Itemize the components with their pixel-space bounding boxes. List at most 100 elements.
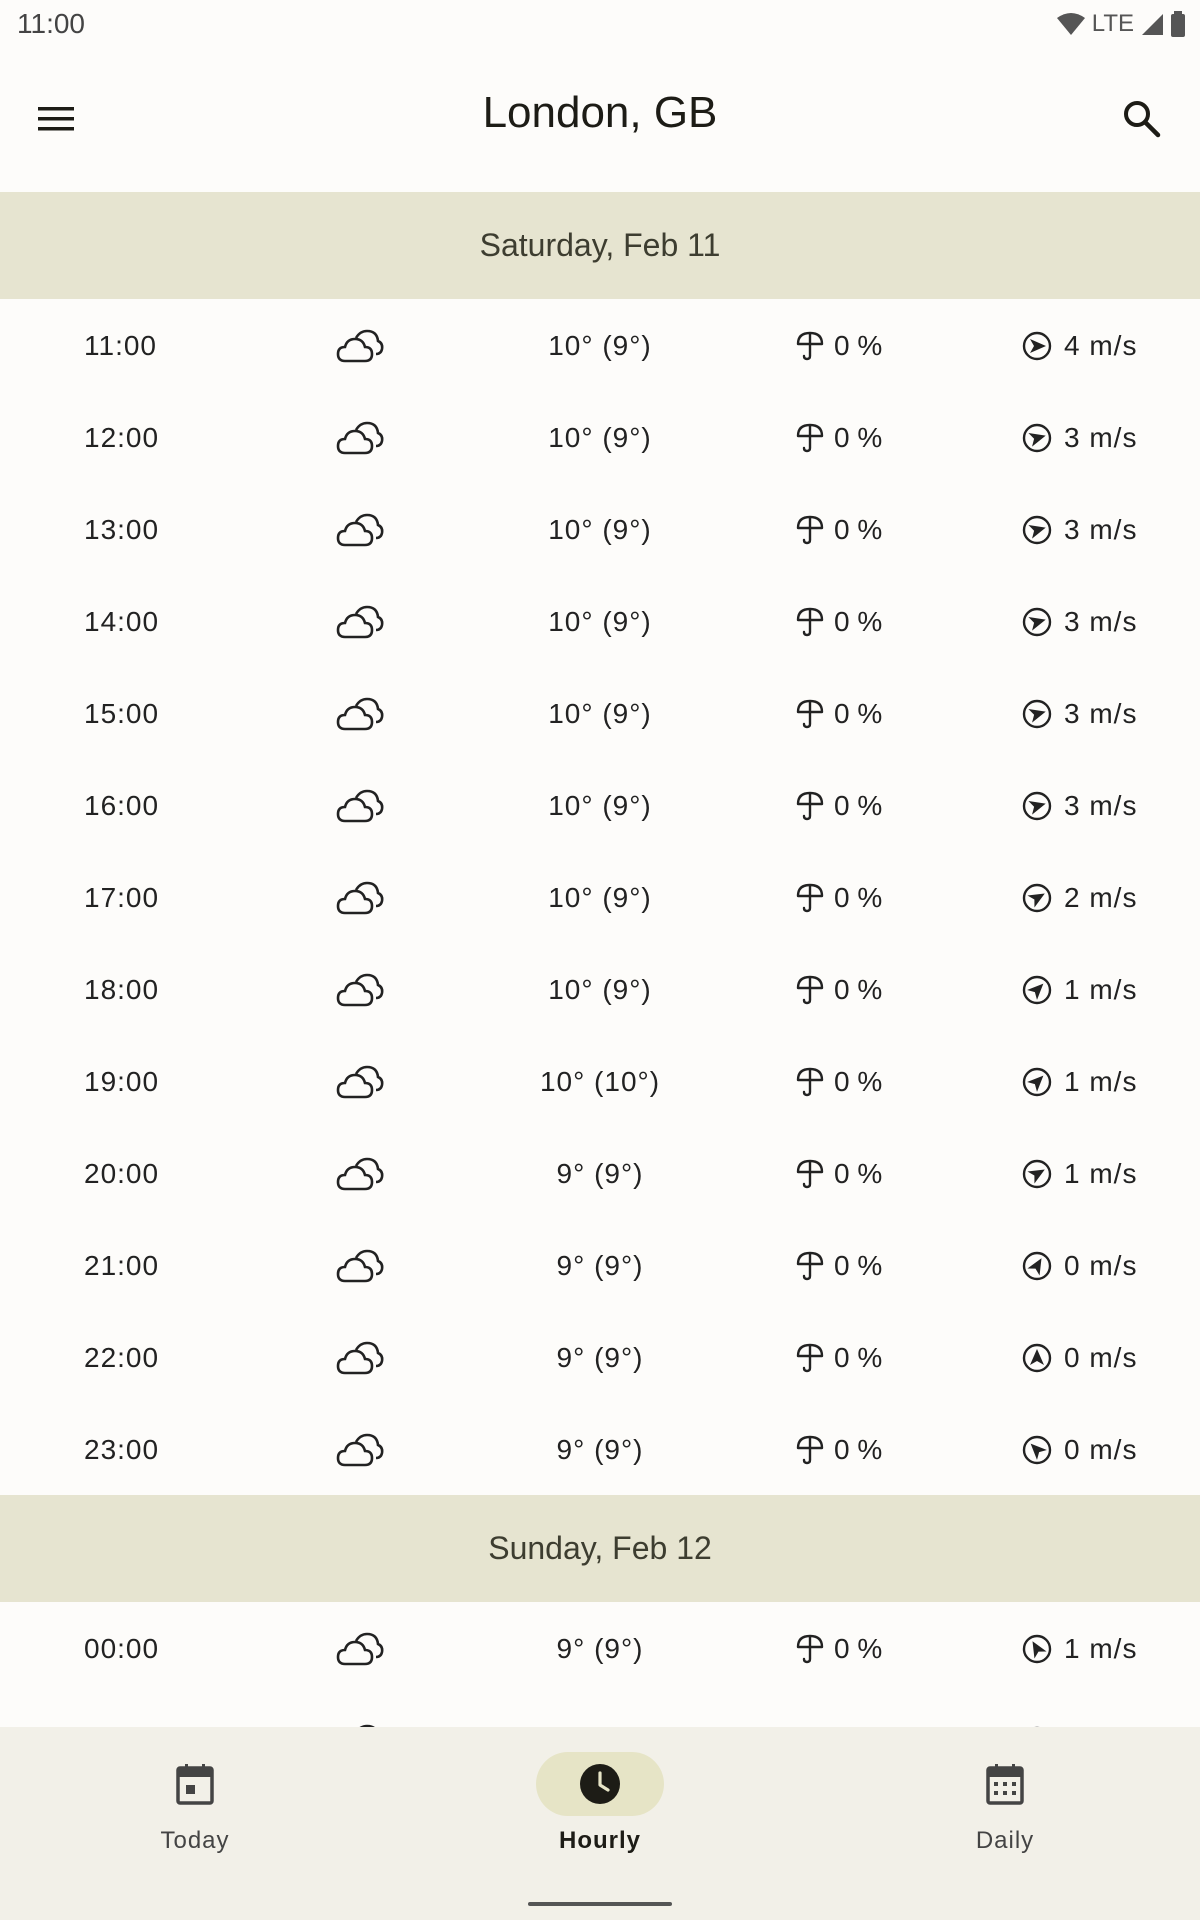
precipitation: 0 % (796, 1128, 882, 1220)
hour-time: 23:00 (84, 1434, 160, 1465)
status-icons: LTE (1056, 10, 1186, 38)
precipitation-value: 0 % (834, 974, 883, 1005)
hourly-row[interactable]: 21:00 9° (9°) 0 % 0 m/s (0, 1220, 1200, 1312)
cloudy-icon (336, 421, 384, 455)
precipitation-value: 0 % (834, 330, 883, 361)
hourly-row[interactable]: 20:00 9° (9°) 0 % 1 m/s (0, 1128, 1200, 1220)
wind: 3 m/s (1022, 484, 1137, 576)
umbrella-icon (796, 883, 824, 913)
nav-hourly-icon-container (536, 1752, 664, 1816)
calendar-today-icon (176, 1764, 214, 1805)
umbrella-icon (796, 699, 824, 729)
hourly-row[interactable]: 14:00 10° (9°) 0 % 3 m/s (0, 576, 1200, 668)
wind: 3 m/s (1022, 576, 1137, 668)
precipitation-value: 0 % (834, 1066, 883, 1097)
precipitation: 0 % (796, 484, 882, 576)
wind: 1 m/s (1022, 1128, 1137, 1220)
temperature: 10° (9°) (548, 330, 652, 361)
hourly-row[interactable]: 16:00 10° (9°) 0 % 3 m/s (0, 760, 1200, 852)
hourly-row[interactable]: 19:00 10° (10°) 0 % 1 m/s (0, 1036, 1200, 1128)
precipitation: 0 % (796, 1036, 882, 1128)
top-app-bar: London, GB (0, 50, 1200, 192)
nav-daily[interactable]: Daily (875, 1727, 1135, 1887)
wind: 2 m/s (1022, 852, 1137, 944)
condition-icon-cell (336, 1220, 384, 1312)
temperature: 9° (9°) (556, 1250, 644, 1281)
wind-speed: 3 m/s (1064, 606, 1138, 637)
temperature: 10° (9°) (548, 514, 652, 545)
cloudy-icon (336, 329, 384, 363)
wind-direction-icon (1022, 1343, 1052, 1373)
hourly-row[interactable]: 17:00 10° (9°) 0 % 2 m/s (0, 852, 1200, 944)
hour-time: 14:00 (84, 606, 160, 637)
bottom-navigation: Today Hourly Daily (0, 1727, 1200, 1920)
wind-direction-icon (1022, 883, 1052, 913)
wind-speed: 1 m/s (1064, 1633, 1138, 1664)
precipitation: 0 % (796, 668, 882, 760)
precipitation: 0 % (796, 944, 882, 1036)
nav-today[interactable]: Today (65, 1727, 325, 1887)
temperature: 9° (9°) (556, 1633, 644, 1664)
condition-icon-cell (336, 1128, 384, 1220)
hourly-row[interactable]: 11:00 10° (9°) 0 % 4 m/s (0, 300, 1200, 392)
search-button[interactable] (1116, 93, 1168, 145)
umbrella-icon (796, 975, 824, 1005)
wind: 0 m/s (1022, 1404, 1137, 1496)
precipitation: 0 % (796, 1312, 882, 1404)
temperature: 10° (9°) (548, 974, 652, 1005)
precipitation: 0 % (796, 760, 882, 852)
cloudy-icon (336, 973, 384, 1007)
cloudy-icon (336, 881, 384, 915)
hourly-row[interactable]: 13:00 10° (9°) 0 % 3 m/s (0, 484, 1200, 576)
status-bar: 11:00 LTE (0, 0, 1200, 50)
precipitation-value: 0 % (834, 606, 883, 637)
hourly-row[interactable]: 18:00 10° (9°) 0 % 1 m/s (0, 944, 1200, 1036)
cloudy-icon (336, 513, 384, 547)
signal-icon (1142, 14, 1163, 35)
wifi-icon (1056, 13, 1085, 35)
hour-time: 17:00 (84, 882, 160, 913)
hourly-row[interactable]: 23:00 9° (9°) 0 % 0 m/s (0, 1404, 1200, 1496)
hourly-row[interactable]: 15:00 10° (9°) 0 % 3 m/s (0, 668, 1200, 760)
precipitation-value: 0 % (834, 1434, 883, 1465)
umbrella-icon (796, 1634, 824, 1664)
hourly-row[interactable]: 00:00 9° (9°) 0 % 1 m/s (0, 1603, 1200, 1695)
cloudy-icon (336, 1157, 384, 1191)
condition-icon-cell (336, 1312, 384, 1404)
wind-speed: 1 m/s (1064, 1066, 1138, 1097)
hour-time: 21:00 (84, 1250, 160, 1281)
wind-speed: 0 m/s (1064, 1342, 1138, 1373)
wind-speed: 2 m/s (1064, 882, 1138, 913)
wind-direction-icon (1022, 975, 1052, 1005)
umbrella-icon (796, 423, 824, 453)
wind-speed: 3 m/s (1064, 790, 1138, 821)
wind: 1 m/s (1022, 1036, 1137, 1128)
wind: 0 m/s (1022, 1312, 1137, 1404)
wind-direction-icon (1022, 1435, 1052, 1465)
network-label: LTE (1091, 10, 1134, 37)
hourly-row[interactable]: 22:00 9° (9°) 0 % 0 m/s (0, 1312, 1200, 1404)
wind-speed: 3 m/s (1064, 698, 1138, 729)
umbrella-icon (796, 1159, 824, 1189)
clock-icon (580, 1764, 620, 1804)
hour-time: 22:00 (84, 1342, 160, 1373)
condition-icon-cell (336, 576, 384, 668)
wind-speed: 4 m/s (1064, 330, 1138, 361)
wind-direction-icon (1022, 607, 1052, 637)
condition-icon-cell (336, 1036, 384, 1128)
location-title: London, GB (482, 88, 718, 137)
hour-time: 20:00 (84, 1158, 160, 1189)
hour-time: 11:00 (84, 330, 157, 361)
wind-speed: 0 m/s (1064, 1250, 1138, 1281)
hourly-row[interactable]: 12:00 10° (9°) 0 % 3 m/s (0, 392, 1200, 484)
nav-today-icon-container (131, 1752, 259, 1816)
nav-hourly-label: Hourly (558, 1827, 641, 1854)
precipitation: 0 % (796, 392, 882, 484)
status-time: 11:00 (17, 8, 85, 39)
umbrella-icon (796, 331, 824, 361)
nav-hourly[interactable]: Hourly (470, 1727, 730, 1887)
condition-icon-cell (336, 300, 384, 392)
wind-direction-icon (1022, 791, 1052, 821)
wind-direction-icon (1022, 1067, 1052, 1097)
precipitation-value: 0 % (834, 698, 883, 729)
